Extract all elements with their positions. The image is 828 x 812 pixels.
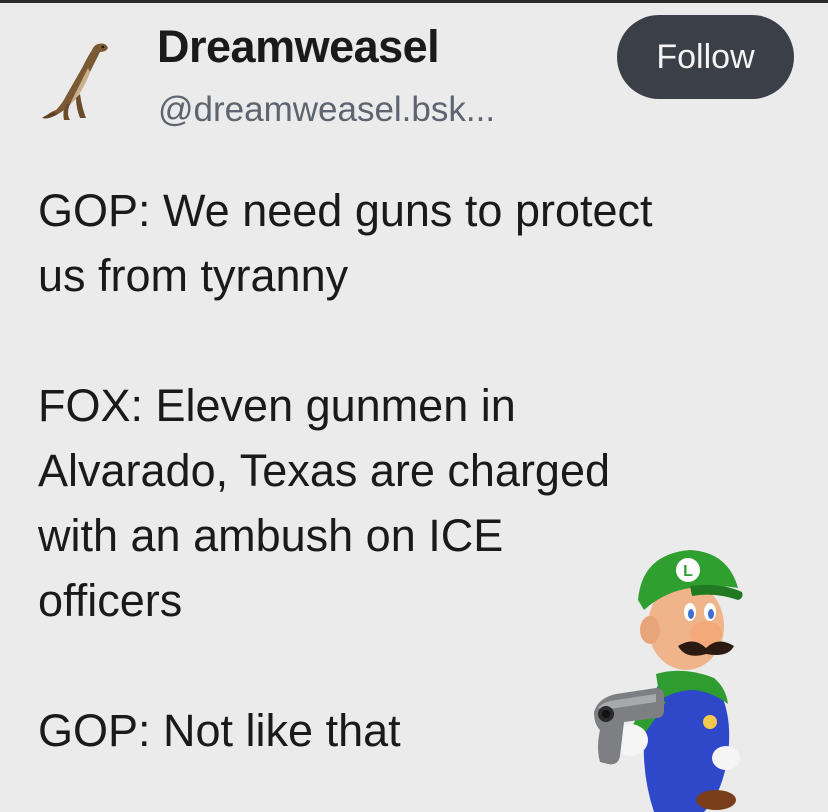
post-header: Dreamweasel @dreamweasel.bsk... Follow [0, 0, 828, 150]
post-line: us from tyranny [38, 250, 349, 301]
post-card: Dreamweasel @dreamweasel.bsk... Follow G… [0, 0, 828, 812]
cap-letter: L [683, 563, 693, 580]
author-handle[interactable]: @dreamweasel.bsk... [158, 92, 495, 127]
post-line: GOP: We need guns to protect [38, 185, 653, 236]
luigi-with-gun-icon: L [594, 550, 743, 812]
post-line: Alvarado, Texas are charged [38, 445, 611, 496]
post-paragraph: GOP: We need guns to protect us from tyr… [38, 178, 798, 308]
follow-button[interactable]: Follow [617, 15, 794, 99]
weasel-avatar-icon[interactable] [40, 38, 114, 122]
author-display-name[interactable]: Dreamweasel [157, 24, 440, 69]
post-line: FOX: Eleven gunmen in [38, 380, 516, 431]
